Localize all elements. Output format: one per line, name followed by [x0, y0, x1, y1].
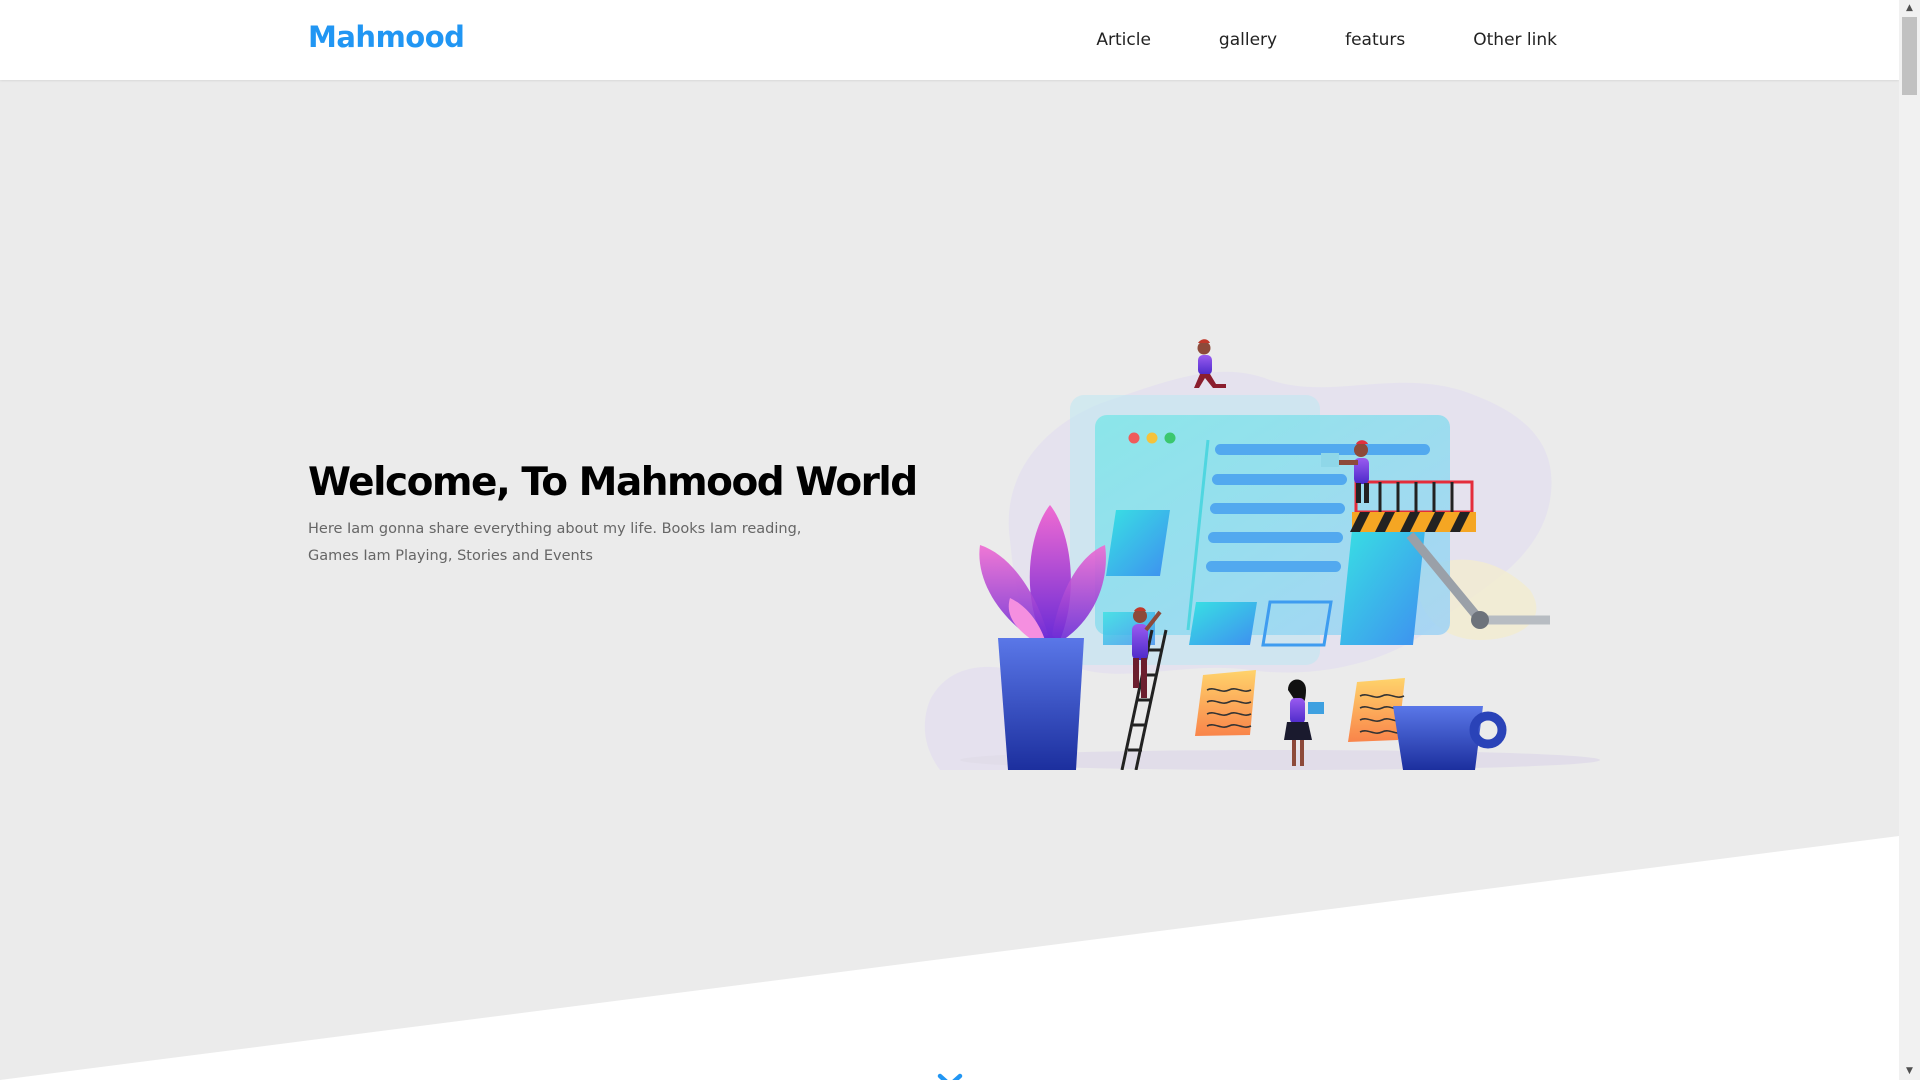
nav-link-other[interactable]: Other link [1439, 30, 1557, 50]
nav-link-features[interactable]: featurs [1311, 30, 1439, 50]
hero-description: Here Iam gonna share everything about my… [308, 521, 802, 564]
scroll-up-arrow-icon[interactable]: ▲ [1899, 0, 1920, 17]
scrollbar-thumb[interactable] [1902, 17, 1917, 95]
nav-link-gallery[interactable]: gallery [1185, 30, 1311, 50]
site-header: Mahmood Article gallery featurs Other li… [0, 0, 1899, 80]
vertical-scrollbar[interactable]: ▲ ▼ [1899, 0, 1920, 1080]
double-chevron-down-icon[interactable] [936, 1072, 964, 1080]
hero-title: Welcome, To Mahmood World [308, 460, 918, 505]
nav-link-article[interactable]: Article [1062, 30, 1185, 50]
site-logo[interactable]: Mahmood [308, 20, 465, 54]
page: Mahmood Article gallery featurs Other li… [0, 0, 1899, 1080]
hero-section: Welcome, To Mahmood World Here Iam gonna… [0, 80, 1899, 1080]
website-building-illustration [924, 339, 1600, 770]
main-nav: Article gallery featurs Other link [1062, 0, 1557, 80]
scroll-down-arrow-icon[interactable]: ▼ [1899, 1063, 1920, 1080]
